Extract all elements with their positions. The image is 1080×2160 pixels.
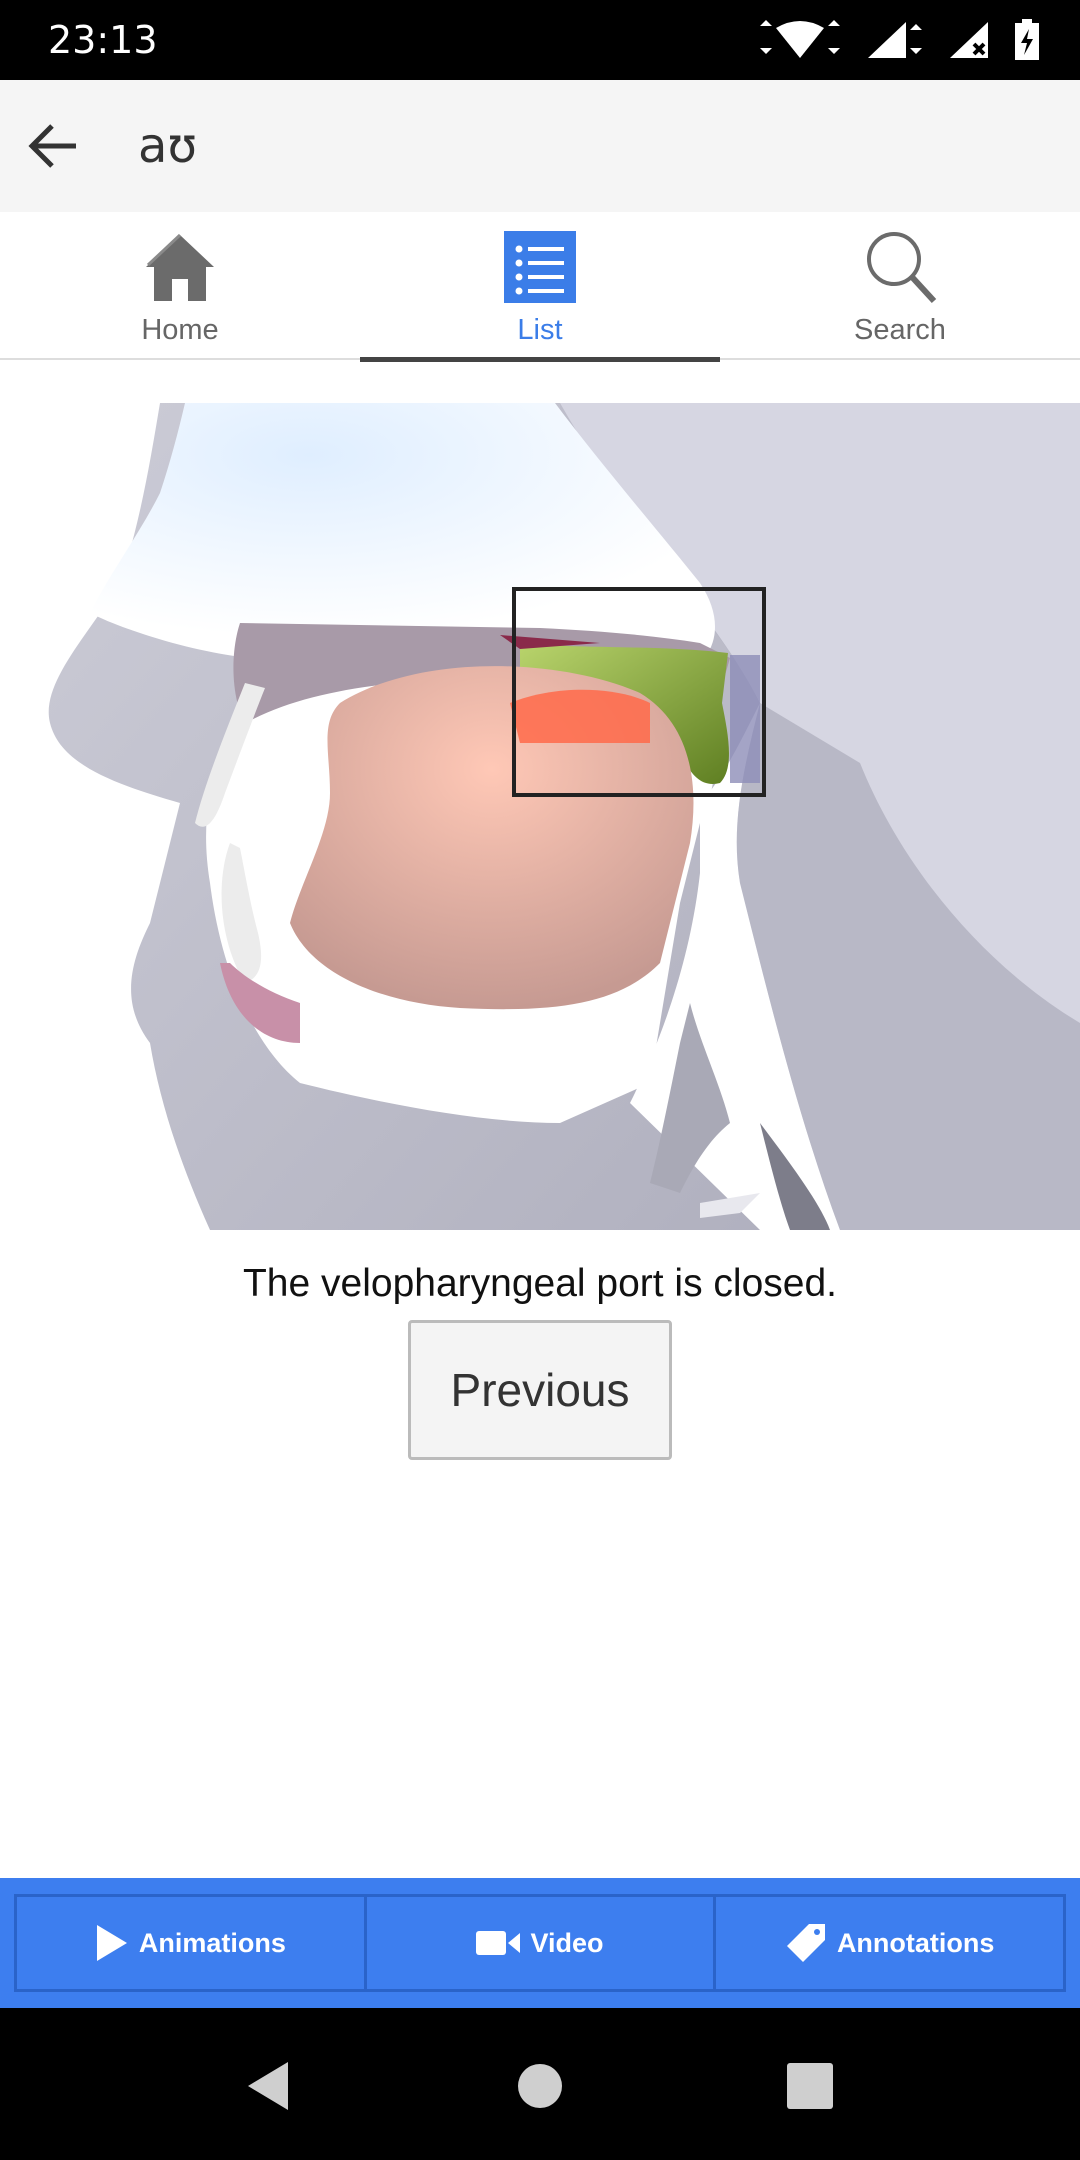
tab-list[interactable]: List [360, 212, 720, 362]
previous-button[interactable]: Previous [408, 1320, 672, 1460]
signal-x-icon [950, 22, 988, 58]
tab-search-label: Search [854, 314, 946, 346]
triangle-back-icon [248, 2062, 288, 2110]
tag-icon [786, 1924, 825, 1962]
signal-icon [868, 22, 922, 58]
video-camera-icon [476, 1931, 521, 1955]
nav-home-button[interactable] [510, 2056, 570, 2116]
search-icon [867, 232, 937, 304]
tab-bar: Home List Search [0, 212, 1080, 362]
circle-home-icon [518, 2064, 562, 2108]
status-time: 23:13 [48, 18, 158, 62]
diagram-caption: The velopharyngeal port is closed. [242, 1262, 837, 1305]
tab-home-label: Home [141, 314, 219, 346]
tab-home[interactable]: Home [0, 212, 360, 360]
tab-list-label: List [517, 314, 563, 346]
list-icon [504, 231, 576, 303]
arrow-left-icon [28, 124, 76, 168]
nav-back-button[interactable] [238, 2056, 298, 2116]
home-icon [146, 233, 214, 301]
video-label: Video [530, 1927, 604, 1958]
back-button[interactable] [18, 110, 90, 182]
nav-recents-button[interactable] [780, 2056, 840, 2116]
battery-icon [1015, 19, 1039, 60]
app-bar: aʊ [0, 80, 1080, 212]
active-tab-indicator [360, 357, 720, 362]
system-nav-bar [0, 2008, 1080, 2160]
vocal-tract-diagram [0, 403, 1080, 1230]
wifi-icon [760, 20, 840, 58]
annotations-button[interactable]: Annotations [716, 1897, 1063, 1989]
status-bar: 23:13 [0, 0, 1080, 80]
animations-label: Animations [138, 1927, 286, 1958]
tab-search[interactable]: Search [720, 212, 1080, 360]
play-icon [96, 1925, 127, 1961]
page-title: aʊ [138, 118, 198, 174]
animations-button[interactable]: Animations [17, 1897, 367, 1989]
annotations-label: Annotations [836, 1927, 995, 1958]
bottom-action-bar: Animations Video Annotations [0, 1878, 1080, 2008]
status-icons [754, 16, 1040, 64]
video-button[interactable]: Video [367, 1897, 717, 1989]
square-recents-icon [787, 2063, 833, 2109]
